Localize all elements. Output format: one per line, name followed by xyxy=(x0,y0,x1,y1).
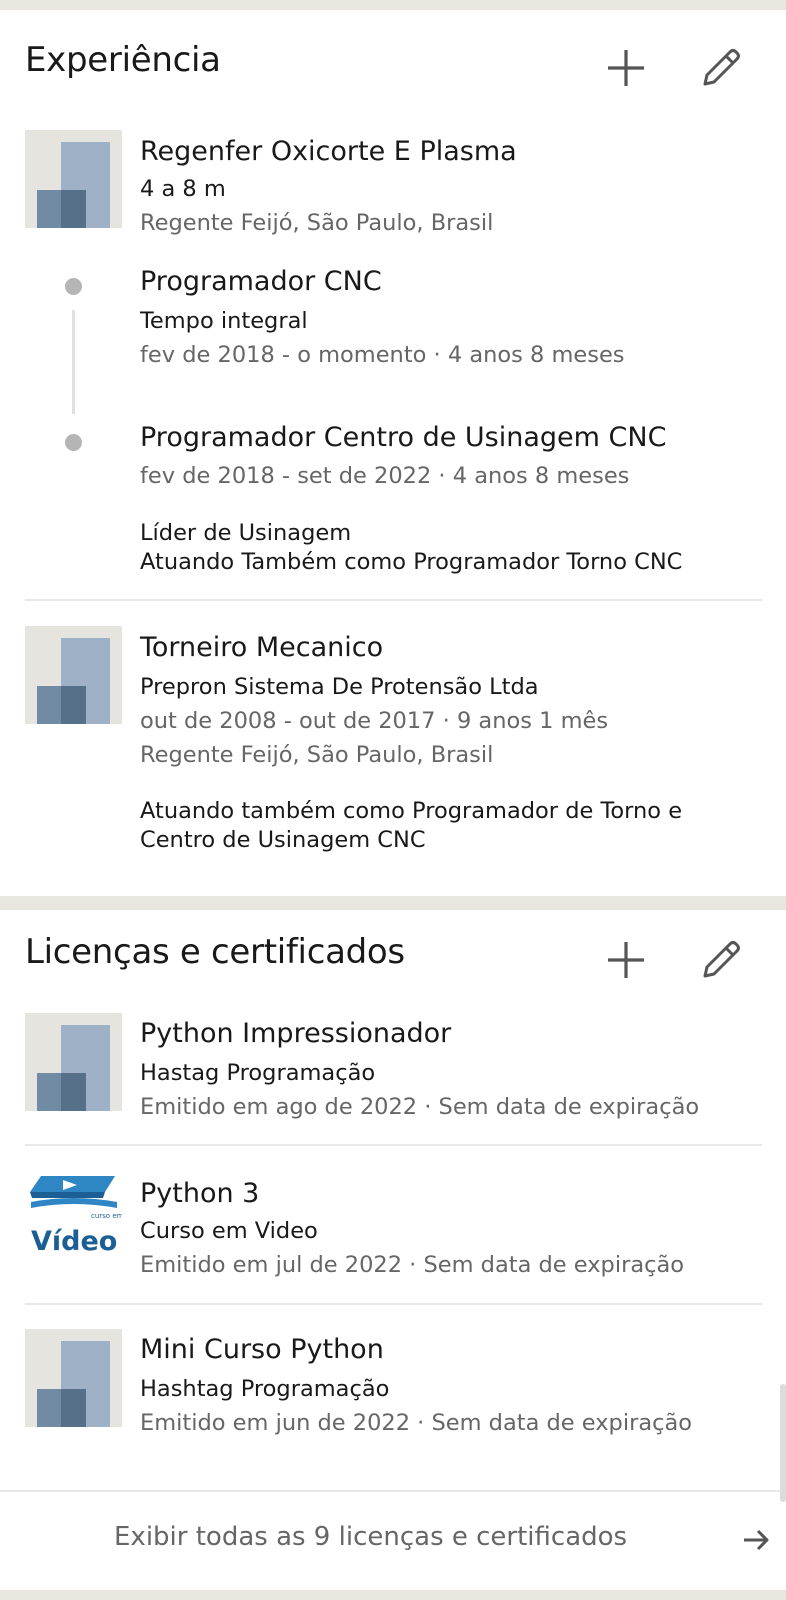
company-duration: 4 a 8 m xyxy=(140,176,226,202)
experience-section: Experiência Regenfer Oxicorte E Plasma 4… xyxy=(0,10,786,896)
license-issued-date: Emitido em ago de 2022 · Sem data de exp… xyxy=(140,1094,700,1120)
license-issuer: Hastag Programação xyxy=(140,1060,376,1086)
timeline-dot xyxy=(65,278,82,295)
issuer-logo[interactable] xyxy=(25,1013,122,1111)
license-issuer: Hashtag Programação xyxy=(140,1376,390,1402)
experience-location: Regente Feijó, São Paulo, Brasil xyxy=(140,742,494,768)
role-dates: fev de 2018 - o momento · 4 anos 8 meses xyxy=(140,342,625,368)
divider xyxy=(25,599,762,601)
show-all-licenses-label: Exibir todas as 9 licenças e certificado… xyxy=(114,1522,628,1552)
timeline-dot xyxy=(65,434,82,451)
licenses-section: Licenças e certificados Python Impressio… xyxy=(0,910,786,1590)
add-license-button[interactable] xyxy=(598,932,654,988)
plus-icon xyxy=(608,942,644,978)
role-employment-type: Tempo integral xyxy=(140,308,308,334)
cev-logo-text: Vídeo xyxy=(31,1226,117,1257)
role-title[interactable]: Programador CNC xyxy=(140,266,382,297)
license-issued-date: Emitido em jul de 2022 · Sem data de exp… xyxy=(140,1252,685,1278)
experience-description-line: Centro de Usinagem CNC xyxy=(140,827,426,853)
license-title[interactable]: Python Impressionador xyxy=(140,1018,451,1049)
cev-small-text: curso em xyxy=(91,1212,122,1220)
timeline-line xyxy=(72,310,75,414)
curso-em-video-logo[interactable]: curso em Vídeo xyxy=(25,1172,124,1270)
role-dates: fev de 2018 - set de 2022 · 4 anos 8 mes… xyxy=(140,463,630,489)
experience-dates: out de 2008 - out de 2017 · 9 anos 1 mês xyxy=(140,708,609,734)
license-issuer: Curso em Video xyxy=(140,1218,318,1244)
arrow-right-icon xyxy=(744,1529,769,1551)
license-issued-date: Emitido em jun de 2022 · Sem data de exp… xyxy=(140,1410,693,1436)
scrollbar[interactable] xyxy=(780,1384,786,1502)
issuer-logo[interactable] xyxy=(25,1329,122,1427)
divider xyxy=(25,1144,762,1146)
license-title[interactable]: Python 3 xyxy=(140,1178,259,1209)
company-name[interactable]: Regenfer Oxicorte E Plasma xyxy=(140,136,517,167)
experience-title[interactable]: Torneiro Mecanico xyxy=(140,632,383,663)
role-title[interactable]: Programador Centro de Usinagem CNC xyxy=(140,422,666,453)
experience-company: Prepron Sistema De Protensão Ltda xyxy=(140,674,539,700)
pencil-icon xyxy=(703,49,740,86)
experience-section-title: Experiência xyxy=(25,40,221,80)
experience-description-line: Atuando também como Programador de Torno… xyxy=(140,798,683,824)
add-experience-button[interactable] xyxy=(598,40,654,96)
role-description-line: Atuando Também como Programador Torno CN… xyxy=(140,549,683,575)
role-description-line: Líder de Usinagem xyxy=(140,520,352,546)
company-logo[interactable] xyxy=(25,130,122,228)
company-logo[interactable] xyxy=(25,626,122,724)
license-title[interactable]: Mini Curso Python xyxy=(140,1334,384,1365)
company-location: Regente Feijó, São Paulo, Brasil xyxy=(140,210,494,236)
show-all-licenses-button[interactable]: Exibir todas as 9 licenças e certificado… xyxy=(0,1490,786,1590)
pencil-icon xyxy=(703,941,740,978)
plus-icon xyxy=(608,50,644,86)
divider xyxy=(25,1303,762,1305)
edit-license-button[interactable] xyxy=(693,932,749,988)
licenses-section-title: Licenças e certificados xyxy=(25,932,405,972)
edit-experience-button[interactable] xyxy=(693,40,749,96)
